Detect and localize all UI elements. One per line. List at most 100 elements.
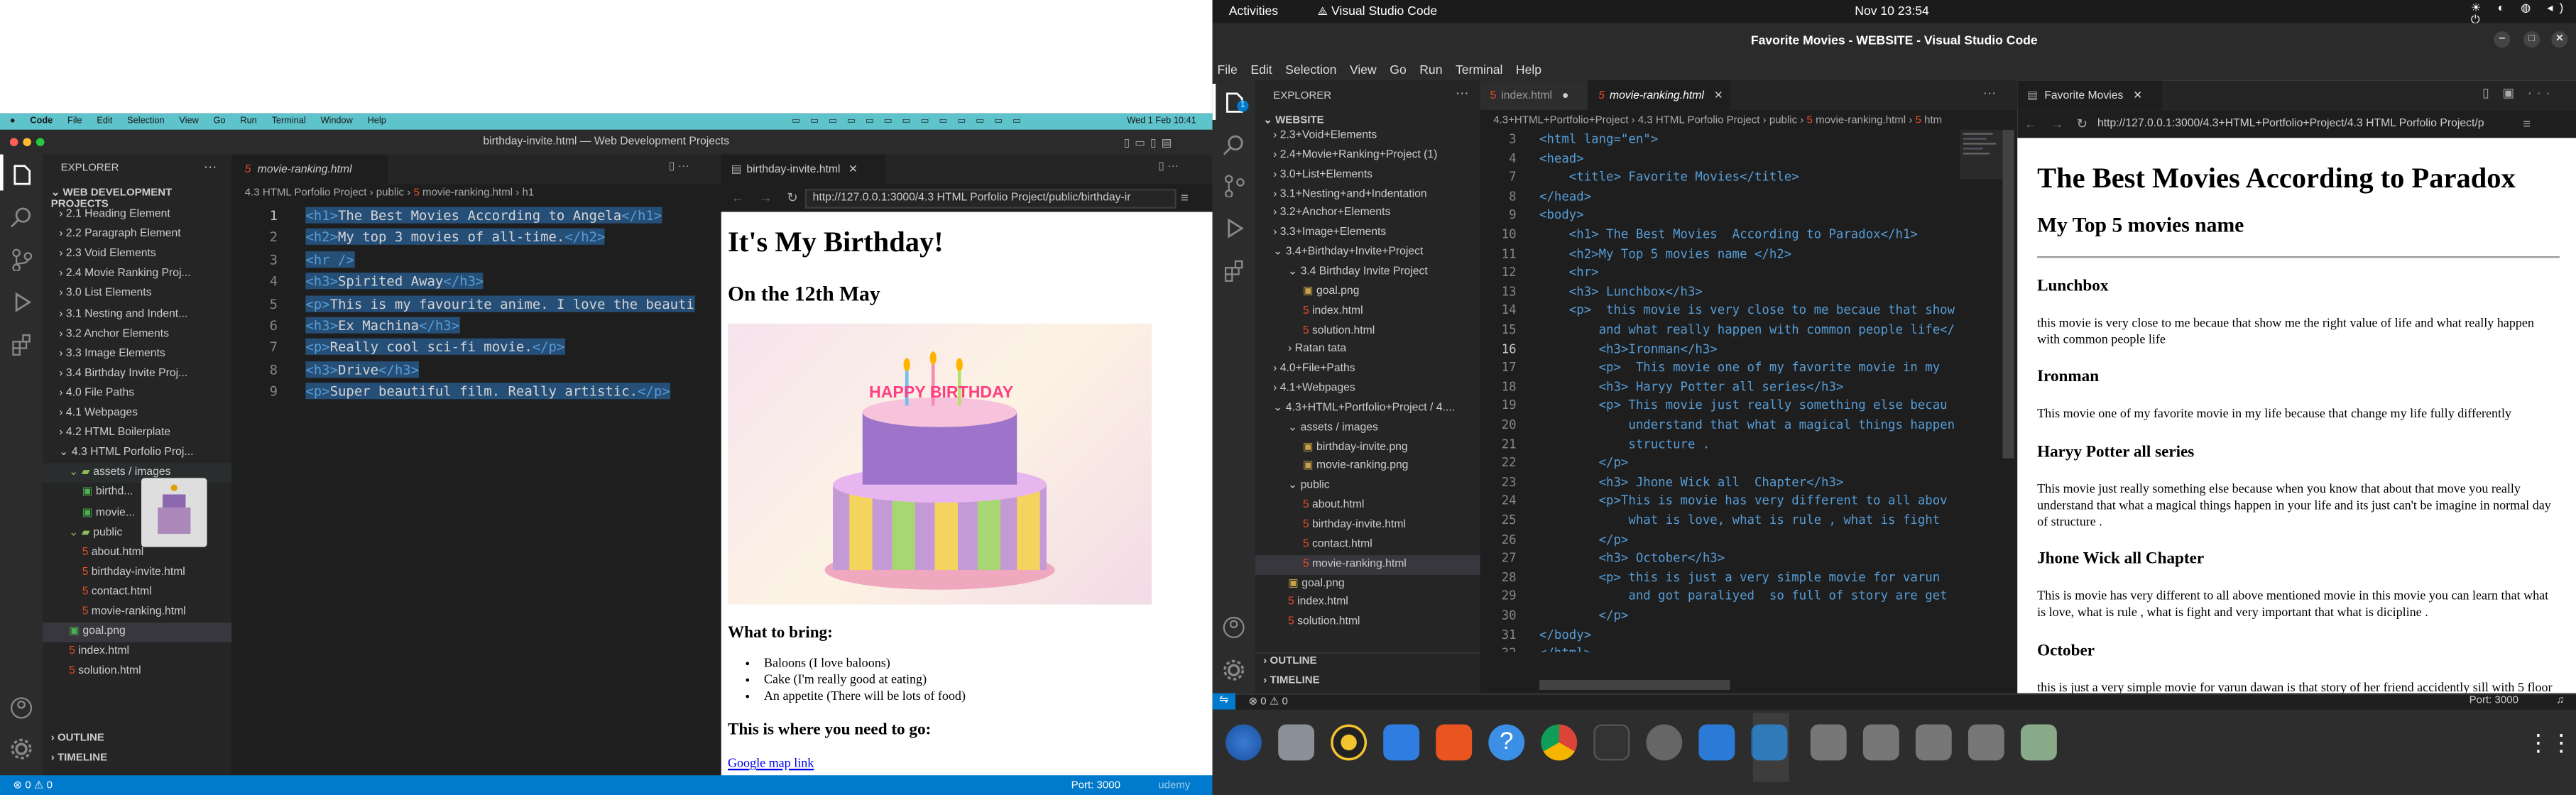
tree-file[interactable]: 5 birthday-invite.html bbox=[1255, 516, 1480, 536]
search-icon[interactable] bbox=[10, 205, 33, 228]
tree-folder[interactable]: › 3.0 List Elements bbox=[43, 285, 231, 305]
maximize-icon[interactable]: □ bbox=[2523, 31, 2540, 48]
more-actions-icon[interactable]: ··· bbox=[1983, 85, 1997, 100]
menu-view[interactable]: View bbox=[1350, 62, 1377, 77]
extensions-icon[interactable] bbox=[1222, 260, 1245, 283]
apple-icon[interactable]: ● bbox=[10, 116, 16, 126]
tree-file[interactable]: 5 birthday-invite.html bbox=[43, 563, 231, 583]
disk-icon[interactable] bbox=[1810, 724, 1847, 761]
tree-folder[interactable]: › 3.1+Nesting+and+Indentation bbox=[1255, 185, 1480, 204]
tree-folder[interactable]: › 3.2+Anchor+Elements bbox=[1255, 204, 1480, 224]
back-icon[interactable]: ← bbox=[2024, 116, 2038, 131]
tree-folder[interactable]: › 3.3 Image Elements bbox=[43, 344, 231, 364]
back-icon[interactable]: ← bbox=[731, 190, 745, 205]
url-input[interactable]: http://127.0.0.1:3000/4.3+HTML+Portfolio… bbox=[2094, 114, 2518, 134]
layout-toggle-icons[interactable]: ▯▭▯▤ bbox=[1124, 136, 1177, 148]
problems-indicator[interactable]: ⊗ 0 ⚠ 0 bbox=[13, 779, 53, 791]
tab-movie-ranking[interactable]: 5 movie-ranking.html ✕ bbox=[1588, 80, 1730, 111]
menu-file[interactable]: File bbox=[67, 116, 82, 126]
menu-edit[interactable]: Edit bbox=[1250, 62, 1272, 77]
tree-folder[interactable]: › 3.2 Anchor Elements bbox=[43, 324, 231, 344]
breadcrumb-item[interactable]: 4.3 HTML Porfolio Project bbox=[245, 187, 367, 199]
menu-go[interactable]: Go bbox=[214, 116, 226, 126]
zoom-window-icon[interactable] bbox=[36, 138, 45, 146]
trash-icon[interactable] bbox=[2020, 724, 2057, 761]
extensions-icon[interactable] bbox=[10, 334, 33, 356]
run-debug-icon[interactable] bbox=[1222, 216, 1245, 239]
terminal-icon[interactable] bbox=[1593, 724, 1630, 761]
tree-folder[interactable]: › 4.2 HTML Boilerplate bbox=[43, 424, 231, 444]
menu-icon[interactable]: ≡ bbox=[1181, 190, 1189, 205]
problems-indicator[interactable]: ⊗ 0 ⚠ 0 bbox=[1248, 695, 1287, 708]
minimize-window-icon[interactable] bbox=[23, 138, 31, 146]
tree-folder[interactable]: › 3.3+Image+Elements bbox=[1255, 224, 1480, 243]
tree-folder[interactable]: ⌄ assets / images bbox=[1255, 419, 1480, 439]
tree-file[interactable]: 5 solution.html bbox=[1255, 321, 1480, 341]
menu-help[interactable]: Help bbox=[368, 116, 386, 126]
source-control-icon[interactable] bbox=[10, 248, 33, 271]
url-input[interactable]: http://127.0.0.1:3000/4.3 HTML Porfolio … bbox=[804, 187, 1176, 208]
menu-selection[interactable]: Selection bbox=[1285, 62, 1336, 77]
menu-code[interactable]: Code bbox=[30, 116, 53, 126]
tree-folder[interactable]: ⌄ 4.3 HTML Porfolio Proj... bbox=[43, 444, 231, 464]
tree-folder[interactable]: › 2.3+Void+Elements bbox=[1255, 126, 1480, 146]
settings-app-icon[interactable] bbox=[1646, 724, 1683, 761]
tab-index-html[interactable]: 5 index.html ● bbox=[1480, 80, 1588, 111]
search-icon[interactable] bbox=[1222, 133, 1245, 155]
breadcrumb-item[interactable]: h1 bbox=[522, 187, 534, 199]
tree-folder[interactable]: › 4.0 File Paths bbox=[43, 384, 231, 404]
outline-section[interactable]: › OUTLINE bbox=[1263, 655, 1316, 667]
files-icon[interactable] bbox=[1278, 724, 1315, 761]
app-store-icon[interactable] bbox=[1698, 724, 1735, 761]
editor-code[interactable]: 3 <html lang="en"> 4 <head> 7 <title> Favori… bbox=[1480, 130, 1957, 652]
editor1-code[interactable]: 1 <h1>The Best Movies According to Angela… bbox=[231, 205, 721, 764]
tree-folder[interactable]: › 3.1 Nesting and Indent... bbox=[43, 305, 231, 324]
tree-file[interactable]: 5 movie-ranking.html bbox=[1255, 554, 1480, 575]
tree-file[interactable]: 5 index.html bbox=[43, 642, 231, 662]
settings-gear-icon[interactable] bbox=[1222, 659, 1245, 681]
tree-folder[interactable]: › 2.1 Heading Element bbox=[43, 205, 231, 225]
thunderbird-icon[interactable] bbox=[1226, 724, 1262, 761]
menu-icon[interactable]: ≡ bbox=[2523, 116, 2531, 131]
close-window-icon[interactable] bbox=[9, 138, 18, 146]
outline-section[interactable]: › OUTLINE bbox=[51, 733, 104, 744]
timeline-section[interactable]: › TIMELINE bbox=[1263, 675, 1319, 686]
tree-folder[interactable]: ⌄ 3.4 Birthday Invite Project bbox=[1255, 263, 1480, 283]
menu-help[interactable]: Help bbox=[1516, 62, 1541, 77]
breadcrumb-item[interactable]: 4.3+HTML+Portfolio+Project bbox=[1493, 115, 1628, 126]
help-icon[interactable]: ? bbox=[1488, 724, 1525, 761]
disk-icon[interactable] bbox=[1862, 724, 1899, 761]
tree-folder[interactable]: › 2.4+Movie+Ranking+Project (1) bbox=[1255, 146, 1480, 166]
map-link[interactable]: Google map link bbox=[728, 755, 1213, 770]
tree-folder[interactable]: › 3.0+List+Elements bbox=[1255, 165, 1480, 185]
breadcrumb-item[interactable]: 4.3 HTML Porfolio Project bbox=[1638, 115, 1760, 126]
chrome-icon[interactable] bbox=[1541, 724, 1578, 761]
tree-folder[interactable]: › 3.4 Birthday Invite Proj... bbox=[43, 364, 231, 384]
tab-birthday-invite[interactable]: ▤ birthday-invite.html ✕ bbox=[721, 154, 886, 185]
breadcrumb-item[interactable]: public bbox=[376, 187, 404, 199]
show-apps-icon[interactable]: ⋮⋮⋮ bbox=[2527, 729, 2576, 757]
tree-folder[interactable]: › 4.1+Webpages bbox=[1255, 380, 1480, 400]
run-debug-icon[interactable] bbox=[10, 291, 33, 314]
tree-folder[interactable]: › 2.4 Movie Ranking Proj... bbox=[43, 265, 231, 285]
tree-file[interactable]: ▣ movie-ranking.png bbox=[1255, 457, 1480, 477]
reload-icon[interactable]: ↻ bbox=[787, 190, 798, 205]
menu-terminal[interactable]: Terminal bbox=[272, 116, 306, 126]
tree-file[interactable]: 5 movie-ranking.html bbox=[43, 603, 231, 623]
explorer-icon[interactable] bbox=[10, 163, 33, 185]
forward-icon[interactable]: → bbox=[2051, 116, 2064, 131]
datetime[interactable]: Nov 10 23:54 bbox=[1855, 4, 1929, 18]
close-tab-icon[interactable]: ✕ bbox=[1714, 89, 1723, 102]
split-editor-icon[interactable]: ▯ ··· bbox=[669, 159, 689, 172]
rhythmbox-icon[interactable] bbox=[1331, 724, 1368, 761]
horizontal-scrollbar[interactable] bbox=[1539, 680, 1730, 690]
tree-file[interactable]: 5 index.html bbox=[1255, 593, 1480, 613]
close-icon[interactable]: ✕ bbox=[2551, 31, 2568, 48]
tree-folder[interactable]: › 2.2 Paragraph Element bbox=[43, 225, 231, 245]
tree-file[interactable]: ▣ goal.png bbox=[1255, 574, 1480, 594]
tree-file[interactable]: ▣ birthday-invite.png bbox=[1255, 438, 1480, 458]
tree-file[interactable]: ▣ goal.png bbox=[1255, 283, 1480, 302]
minimap[interactable] bbox=[1960, 129, 2003, 180]
tree-folder[interactable]: › 4.0+File+Paths bbox=[1255, 360, 1480, 380]
menu-selection[interactable]: Selection bbox=[127, 116, 164, 126]
